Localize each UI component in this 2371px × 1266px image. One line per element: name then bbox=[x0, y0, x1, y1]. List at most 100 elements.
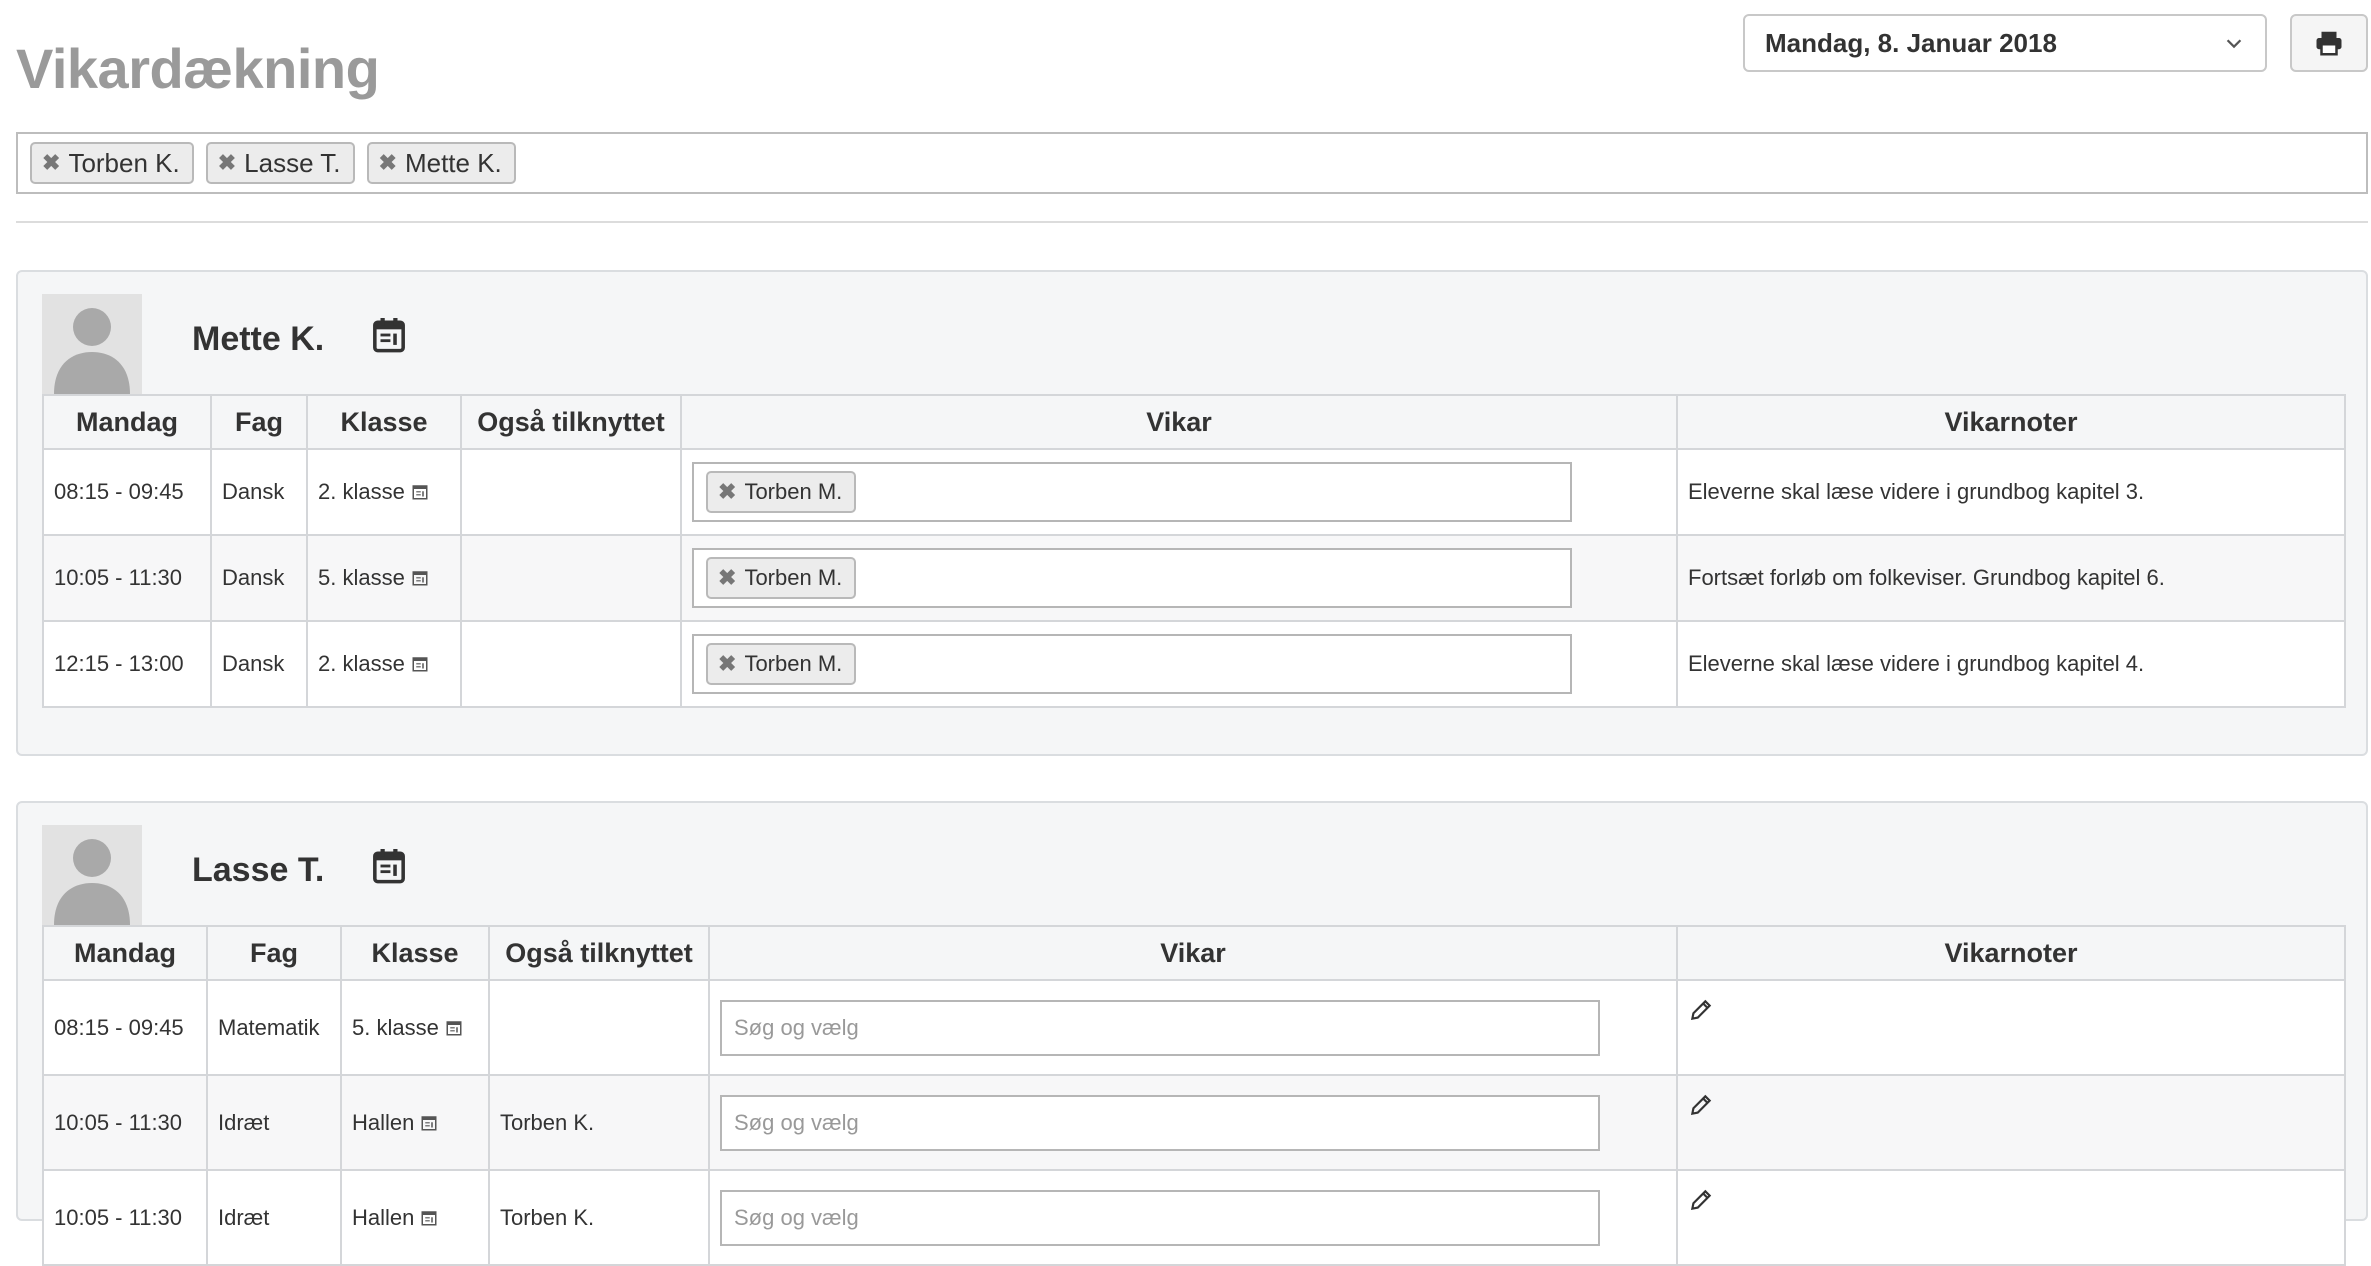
user-silhouette-icon bbox=[54, 308, 130, 394]
cell-also: Torben K. bbox=[488, 1169, 710, 1266]
col-header-also: Også tilknyttet bbox=[488, 925, 710, 981]
class-label: Hallen bbox=[352, 1109, 415, 1135]
col-header-subject: Fag bbox=[210, 394, 308, 450]
calendar-icon[interactable] bbox=[411, 655, 429, 673]
divider bbox=[16, 221, 2368, 223]
cell-note: Eleverne skal læse videre i grundbog kap… bbox=[1676, 448, 2346, 536]
col-header-day: Mandag bbox=[42, 925, 208, 981]
col-header-vikar: Vikar bbox=[708, 925, 1678, 981]
close-icon[interactable]: ✖ bbox=[218, 152, 236, 174]
schedule-table: Mandag Fag Klasse Også tilknyttet Vikar … bbox=[42, 394, 2346, 708]
class-label: 2. klasse bbox=[318, 479, 405, 504]
filter-tag: ✖ Torben K. bbox=[30, 142, 194, 184]
close-icon[interactable]: ✖ bbox=[379, 152, 397, 174]
cell-note bbox=[1676, 1074, 2346, 1171]
cell-note: Fortsæt forløb om folkeviser. Grundbog k… bbox=[1676, 534, 2346, 622]
cell-subject: Matematik bbox=[206, 979, 342, 1076]
cell-time: 10:05 - 11:30 bbox=[42, 1074, 208, 1171]
cell-class: Hallen bbox=[340, 1074, 490, 1171]
date-select[interactable]: Mandag, 8. Januar 2018 bbox=[1743, 14, 2267, 72]
class-label: 2. klasse bbox=[318, 651, 405, 676]
cell-class: Hallen bbox=[340, 1169, 490, 1266]
calendar-icon[interactable] bbox=[445, 1019, 463, 1037]
cell-subject: Idræt bbox=[206, 1169, 342, 1266]
cell-also bbox=[460, 448, 682, 536]
class-label: 5. klasse bbox=[352, 1014, 439, 1040]
cell-note bbox=[1676, 1169, 2346, 1266]
calendar-icon[interactable] bbox=[372, 847, 406, 885]
col-header-class: Klasse bbox=[306, 394, 462, 450]
cell-also bbox=[460, 620, 682, 708]
table-row: 12:15 - 13:00 Dansk 2. klasse ✖ Torben M… bbox=[42, 620, 2346, 708]
col-header-class: Klasse bbox=[340, 925, 490, 981]
close-icon[interactable]: ✖ bbox=[718, 653, 736, 675]
col-header-notes: Vikarnoter bbox=[1676, 394, 2346, 450]
teacher-filter[interactable]: ✖ Torben K. ✖ Lasse T. ✖ Mette K. bbox=[16, 132, 2368, 194]
col-header-notes: Vikarnoter bbox=[1676, 925, 2346, 981]
filter-tag: ✖ Lasse T. bbox=[205, 142, 355, 184]
cell-class: 5. klasse bbox=[340, 979, 490, 1076]
close-icon[interactable]: ✖ bbox=[718, 481, 736, 503]
close-icon[interactable]: ✖ bbox=[42, 152, 60, 174]
cell-subject: Dansk bbox=[210, 534, 308, 622]
date-select-value: Mandag, 8. Januar 2018 bbox=[1765, 27, 2057, 58]
user-silhouette-icon bbox=[54, 839, 130, 925]
teacher-card: Lasse T. Mandag Fag Klasse Også tilknytt… bbox=[16, 801, 2368, 1266]
avatar bbox=[42, 825, 142, 925]
cell-also: Torben K. bbox=[488, 1074, 710, 1171]
cell-vikar: ✖ Torben M. bbox=[680, 448, 1678, 536]
cell-class: 5. klasse bbox=[306, 534, 462, 622]
cell-subject: Dansk bbox=[210, 448, 308, 536]
vikar-select[interactable]: ✖ Torben M. bbox=[692, 462, 1572, 522]
calendar-icon[interactable] bbox=[411, 569, 429, 587]
vikar-tag: ✖ Torben M. bbox=[706, 557, 857, 599]
pencil-icon[interactable] bbox=[1688, 997, 1714, 1023]
cell-class: 2. klasse bbox=[306, 448, 462, 536]
filter-tag-label: Mette K. bbox=[404, 147, 502, 178]
vikar-tag: ✖ Torben M. bbox=[706, 471, 857, 513]
vikar-tag-label: Torben M. bbox=[744, 651, 843, 676]
calendar-icon[interactable] bbox=[420, 1114, 438, 1132]
calendar-icon[interactable] bbox=[420, 1209, 438, 1227]
cell-also bbox=[488, 979, 710, 1076]
calendar-icon[interactable] bbox=[372, 316, 406, 354]
cell-vikar: ✖ Torben M. bbox=[680, 534, 1678, 622]
class-label: Hallen bbox=[352, 1204, 415, 1230]
vikar-search-input[interactable] bbox=[720, 1094, 1600, 1151]
pencil-icon[interactable] bbox=[1688, 1092, 1714, 1118]
table-row: 10:05 - 11:30 Idræt Hallen Torben K. bbox=[42, 1169, 2346, 1266]
teacher-card: Mette K. Mandag Fag Klasse Også tilknytt… bbox=[16, 270, 2368, 756]
print-button[interactable] bbox=[2290, 14, 2368, 72]
vikar-tag: ✖ Torben M. bbox=[706, 643, 857, 685]
page-title: Vikardækning bbox=[16, 37, 380, 100]
cell-subject: Dansk bbox=[210, 620, 308, 708]
vikar-search-input[interactable] bbox=[720, 1189, 1600, 1246]
col-header-day: Mandag bbox=[42, 394, 212, 450]
cell-also bbox=[460, 534, 682, 622]
vikar-tag-label: Torben M. bbox=[744, 565, 843, 590]
printer-icon bbox=[2316, 31, 2342, 56]
cell-vikar bbox=[708, 979, 1678, 1076]
close-icon[interactable]: ✖ bbox=[718, 567, 736, 589]
chevron-down-icon bbox=[2226, 39, 2242, 49]
pencil-icon[interactable] bbox=[1688, 1187, 1714, 1213]
cell-time: 10:05 - 11:30 bbox=[42, 534, 212, 622]
vikar-select[interactable]: ✖ Torben M. bbox=[692, 634, 1572, 694]
class-label: 5. klasse bbox=[318, 565, 405, 590]
calendar-icon[interactable] bbox=[411, 483, 429, 501]
teacher-name: Lasse T. bbox=[192, 851, 325, 889]
filter-tag: ✖ Mette K. bbox=[366, 142, 516, 184]
table-row: 10:05 - 11:30 Idræt Hallen Torben K. bbox=[42, 1074, 2346, 1171]
col-header-vikar: Vikar bbox=[680, 394, 1678, 450]
cell-time: 08:15 - 09:45 bbox=[42, 979, 208, 1076]
cell-class: 2. klasse bbox=[306, 620, 462, 708]
table-row: 08:15 - 09:45 Matematik 5. klasse bbox=[42, 979, 2346, 1076]
vikar-select[interactable]: ✖ Torben M. bbox=[692, 548, 1572, 608]
filter-tag-label: Torben K. bbox=[68, 147, 180, 178]
cell-vikar bbox=[708, 1074, 1678, 1171]
teacher-name: Mette K. bbox=[192, 320, 325, 358]
schedule-table: Mandag Fag Klasse Også tilknyttet Vikar … bbox=[42, 925, 2346, 1266]
table-row: 10:05 - 11:30 Dansk 5. klasse ✖ Torben M… bbox=[42, 534, 2346, 622]
vikar-search-input[interactable] bbox=[720, 999, 1600, 1056]
cell-time: 08:15 - 09:45 bbox=[42, 448, 212, 536]
